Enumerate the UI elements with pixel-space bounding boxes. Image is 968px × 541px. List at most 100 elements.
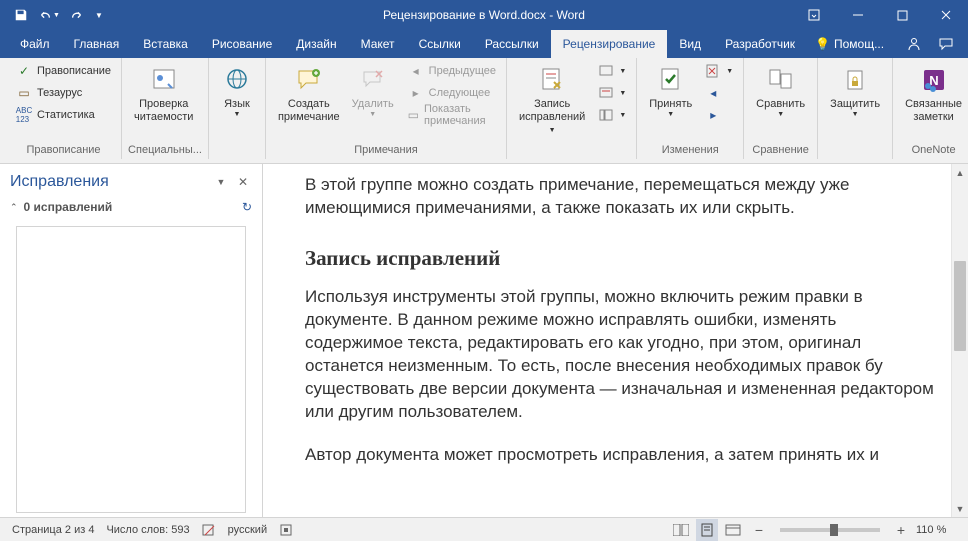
globe-icon xyxy=(221,64,253,96)
tab-review[interactable]: Рецензирование xyxy=(551,30,668,58)
group-changes-label: Изменения xyxy=(643,144,737,159)
tab-home[interactable]: Главная xyxy=(62,30,132,58)
spelling-label: Правописание xyxy=(37,65,111,77)
tell-me-button[interactable]: 💡 Помощ... xyxy=(807,30,892,58)
zoom-slider[interactable] xyxy=(780,528,880,532)
zoom-thumb[interactable] xyxy=(830,524,838,536)
tab-draw[interactable]: Рисование xyxy=(200,30,284,58)
readability-icon xyxy=(148,64,180,96)
web-layout-button[interactable] xyxy=(722,519,744,541)
heading-1: Запись исправлений xyxy=(305,244,934,272)
refresh-button[interactable]: ↻ xyxy=(242,200,252,214)
reject-dropdown[interactable]: ▼ xyxy=(701,60,737,82)
macro-status[interactable] xyxy=(279,523,293,537)
group-proofing-label: Правописание xyxy=(12,144,115,159)
scroll-track[interactable] xyxy=(952,181,968,500)
thesaurus-button[interactable]: ▭Тезаурус xyxy=(12,82,115,104)
linked-notes-button[interactable]: N Связанные заметки xyxy=(899,60,968,127)
tab-insert[interactable]: Вставка xyxy=(131,30,200,58)
track-changes-button[interactable]: Запись исправлений ▼ xyxy=(513,60,591,140)
minimize-button[interactable] xyxy=(836,0,880,30)
show-icon: ▭ xyxy=(408,107,419,123)
spellcheck-status[interactable] xyxy=(202,523,216,537)
tell-me-label: Помощ... xyxy=(834,37,884,51)
pane-close-button[interactable]: ✕ xyxy=(234,173,252,191)
track-l1: Запись xyxy=(534,98,570,111)
close-button[interactable] xyxy=(924,0,968,30)
next-change-button[interactable]: ▸ xyxy=(701,104,737,126)
zoom-out-button[interactable]: − xyxy=(748,519,770,541)
prev-icon: ◂ xyxy=(408,63,424,79)
reject-icon xyxy=(705,63,721,79)
spelling-button[interactable]: ✓ Правописание xyxy=(12,60,115,82)
scroll-thumb[interactable] xyxy=(954,261,966,351)
tab-layout[interactable]: Макет xyxy=(349,30,407,58)
delete-comment-label: Удалить xyxy=(352,98,394,111)
next-icon: ▸ xyxy=(408,85,424,101)
word-count[interactable]: Число слов: 593 xyxy=(106,524,189,536)
scroll-up-button[interactable]: ▲ xyxy=(952,164,968,181)
collapse-icon[interactable]: ⌃ xyxy=(10,202,18,213)
markup-icon xyxy=(598,85,614,101)
next-change-icon: ▸ xyxy=(705,107,721,123)
group-language-label xyxy=(215,156,259,159)
accept-label: Принять xyxy=(649,98,692,111)
revision-count: 0 исправлений xyxy=(24,200,113,214)
undo-button[interactable]: ▼ xyxy=(36,3,62,27)
thesaurus-label: Тезаурус xyxy=(37,87,82,99)
group-accessibility: Проверка читаемости Специальны... xyxy=(122,58,209,159)
zoom-level[interactable]: 110 % xyxy=(916,524,958,536)
reviewing-pane-dropdown[interactable]: ▼ xyxy=(594,104,630,126)
show-markup-dropdown[interactable]: ▼ xyxy=(594,82,630,104)
revisions-pane: Исправления ▼ ✕ ⌃ 0 исправлений ↻ xyxy=(0,164,263,517)
language-button[interactable]: Язык ▼ xyxy=(215,60,259,123)
share-button[interactable] xyxy=(900,30,928,58)
zoom-in-button[interactable]: + xyxy=(890,519,912,541)
show-comments-button: ▭Показать примечания xyxy=(404,104,500,126)
language-label: Язык xyxy=(224,98,250,111)
print-layout-button[interactable] xyxy=(696,519,718,541)
group-compare: Сравнить ▼ Сравнение xyxy=(744,58,818,159)
lightbulb-icon: 💡 xyxy=(815,37,830,51)
check-icon: ✓ xyxy=(16,63,32,79)
page-indicator[interactable]: Страница 2 из 4 xyxy=(12,524,94,536)
language-status[interactable]: русский xyxy=(228,524,267,536)
tab-developer[interactable]: Разработчик xyxy=(713,30,807,58)
qat-customize-button[interactable]: ▼ xyxy=(92,3,106,27)
maximize-button[interactable] xyxy=(880,0,924,30)
tab-references[interactable]: Ссылки xyxy=(407,30,473,58)
linked-l1: Связанные xyxy=(905,98,962,111)
new-comment-button[interactable]: Создать примечание xyxy=(272,60,346,127)
compare-button[interactable]: Сравнить ▼ xyxy=(750,60,811,123)
scroll-down-button[interactable]: ▼ xyxy=(952,500,968,517)
new-comment-l1: Создать xyxy=(288,98,330,111)
redo-button[interactable] xyxy=(64,3,90,27)
comments-button[interactable] xyxy=(932,30,960,58)
accept-button[interactable]: Принять ▼ xyxy=(643,60,698,123)
vertical-scrollbar[interactable]: ▲ ▼ xyxy=(951,164,968,517)
tab-file[interactable]: Файл xyxy=(8,30,62,58)
tab-view[interactable]: Вид xyxy=(667,30,713,58)
document-area[interactable]: В этой группе можно создать примечание, … xyxy=(263,164,968,517)
comment-add-icon xyxy=(293,64,325,96)
tab-mailings[interactable]: Рассылки xyxy=(473,30,551,58)
pane-menu-button[interactable]: ▼ xyxy=(212,173,230,191)
window-controls xyxy=(792,0,968,30)
pane-title: Исправления xyxy=(10,173,109,191)
readability-l2: читаемости xyxy=(134,111,193,124)
readability-button[interactable]: Проверка читаемости xyxy=(128,60,199,127)
statistics-button[interactable]: ABC123Статистика xyxy=(12,104,115,126)
ribbon-options-button[interactable] xyxy=(792,0,836,30)
prev-change-button[interactable]: ◂ xyxy=(701,82,737,104)
tab-design[interactable]: Дизайн xyxy=(284,30,348,58)
save-button[interactable] xyxy=(8,3,34,27)
ribbon: ✓Правописание ▭Тезаурус ABC123Статистика… xyxy=(0,58,968,164)
track-icon xyxy=(536,64,568,96)
read-mode-button[interactable] xyxy=(670,519,692,541)
prev-comment-button: ◂Предыдущее xyxy=(404,60,500,82)
pane-icon xyxy=(598,107,614,123)
track-l2: исправлений xyxy=(519,111,585,123)
prev-change-icon: ◂ xyxy=(705,85,721,101)
display-dropdown[interactable]: ▼ xyxy=(594,60,630,82)
protect-button[interactable]: Защитить ▼ xyxy=(824,60,886,123)
